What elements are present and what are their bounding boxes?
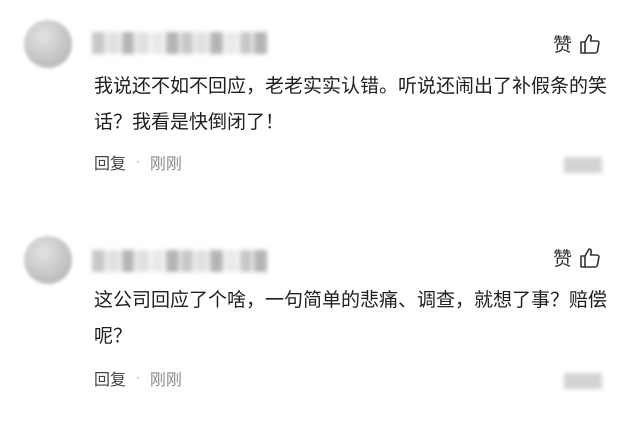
like-label: 赞 — [552, 248, 572, 270]
more-options-blurred[interactable] — [564, 373, 602, 389]
timestamp: 刚刚 — [149, 154, 182, 173]
separator-dot: · — [136, 371, 140, 385]
comment-item: 赞 我说还不如不回应，老老实实认错。听说还闹出了补假条的笑话？我看是快倒闭了！ … — [0, 0, 640, 216]
username-blurred[interactable] — [92, 250, 267, 272]
avatar[interactable] — [24, 20, 72, 68]
avatar[interactable] — [24, 236, 72, 284]
like-button[interactable]: 赞 — [553, 30, 602, 57]
thumbs-up-icon — [580, 247, 600, 268]
thumbs-up-icon — [580, 33, 600, 54]
comment-text: 我说还不如不回应，老老实实认错。听说还闹出了补假条的笑话？我看是快倒闭了！ — [94, 75, 608, 133]
separator-dot: · — [136, 155, 140, 169]
reply-button[interactable]: 回复 — [94, 150, 126, 174]
username-blurred[interactable] — [92, 32, 267, 54]
timestamp: 刚刚 — [149, 370, 182, 389]
like-button[interactable]: 赞 — [553, 244, 602, 271]
comment-text: 这公司回应了个啥，一句简单的悲痛、调查，就想了事？赔偿呢？ — [94, 289, 608, 347]
reply-button[interactable]: 回复 — [94, 366, 126, 390]
comment-item: 赞 这公司回应了个啥，一句简单的悲痛、调查，就想了事？赔偿呢？ 回复 · 刚刚 — [0, 216, 640, 432]
more-options-blurred[interactable] — [564, 157, 602, 173]
like-label: 赞 — [552, 34, 572, 56]
comment-meta: 回复 · 刚刚 — [94, 150, 182, 174]
comment-meta: 回复 · 刚刚 — [94, 366, 182, 390]
